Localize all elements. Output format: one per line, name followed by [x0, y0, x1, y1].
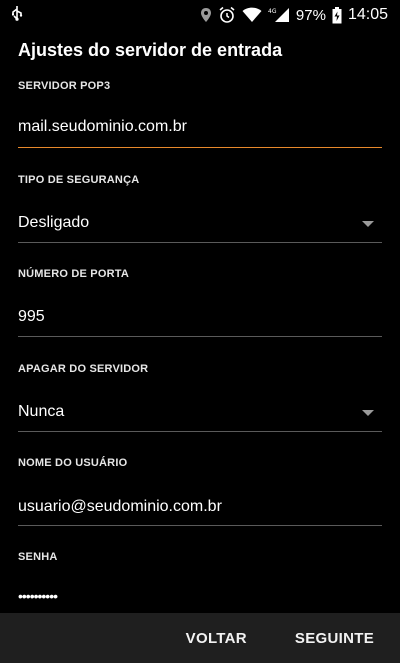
username-underline: [18, 525, 382, 526]
chevron-down-icon[interactable]: [362, 410, 374, 416]
location-icon: [200, 7, 212, 23]
signal-icon: 4G: [268, 7, 290, 23]
battery-percent: 97%: [295, 6, 326, 24]
port-number-input[interactable]: 995: [18, 308, 45, 326]
clock: 14:05: [347, 6, 388, 23]
delete-from-server-label: APAGAR DO SERVIDOR: [18, 363, 149, 375]
security-type-field[interactable]: TIPO DE SEGURANÇA Desligado: [18, 174, 382, 243]
page-title: Ajustes do servidor de entrada: [18, 40, 283, 60]
pop3-server-field: SERVIDOR POP3 mail.seudominio.com.br: [18, 80, 382, 148]
password-input[interactable]: ••••••••••: [18, 588, 58, 604]
username-label: NOME DO USUÁRIO: [18, 457, 128, 469]
password-label: SENHA: [18, 551, 58, 563]
delete-from-server-underline: [18, 431, 382, 432]
usb-icon: [10, 5, 24, 25]
next-button[interactable]: SEGUINTE: [295, 630, 374, 647]
wifi-icon: [242, 7, 262, 23]
pop3-server-underline: [18, 147, 382, 148]
password-field: SENHA ••••••••••: [18, 551, 382, 604]
chevron-down-icon[interactable]: [362, 221, 374, 227]
back-button[interactable]: VOLTAR: [186, 630, 247, 647]
pop3-server-input[interactable]: mail.seudominio.com.br: [18, 118, 187, 136]
battery-icon: [332, 6, 342, 24]
port-number-underline: [18, 336, 382, 337]
security-type-label: TIPO DE SEGURANÇA: [18, 174, 140, 186]
delete-from-server-select[interactable]: Nunca: [18, 403, 64, 421]
bottom-action-bar: VOLTAR SEGUINTE: [0, 613, 400, 663]
username-input[interactable]: usuario@seudominio.com.br: [18, 498, 222, 516]
pop3-server-label: SERVIDOR POP3: [18, 80, 111, 92]
port-number-field: NÚMERO DE PORTA 995: [18, 268, 382, 337]
port-number-label: NÚMERO DE PORTA: [18, 268, 129, 280]
status-bar: 4G 97% 14:05: [0, 0, 400, 30]
delete-from-server-field[interactable]: APAGAR DO SERVIDOR Nunca: [18, 363, 382, 432]
alarm-icon: [218, 6, 236, 24]
security-type-underline: [18, 242, 382, 243]
network-type: 4G: [268, 8, 277, 15]
security-type-select[interactable]: Desligado: [18, 214, 89, 232]
username-field: NOME DO USUÁRIO usuario@seudominio.com.b…: [18, 457, 382, 526]
